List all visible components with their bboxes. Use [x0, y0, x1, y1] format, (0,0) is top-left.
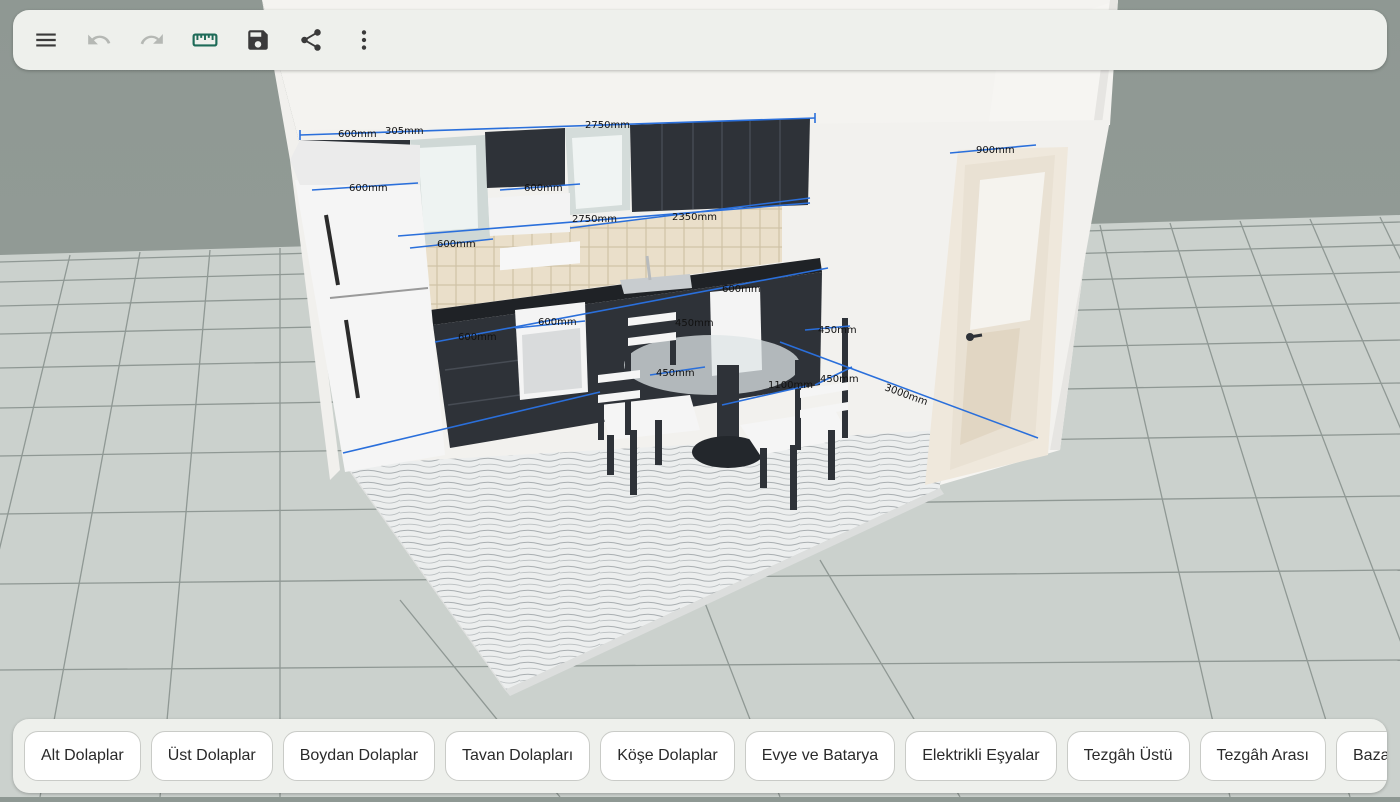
dim-label: 600mm — [437, 239, 476, 250]
dim-label: 450mm — [675, 318, 714, 329]
category-tavan-dolaplari[interactable]: Tavan Dolapları — [445, 731, 591, 781]
dim-label: 600mm — [538, 317, 577, 328]
save-icon — [248, 30, 268, 50]
dim-label: 600mm — [349, 183, 388, 194]
dim-label: 900mm — [976, 145, 1015, 156]
menu-icon — [36, 33, 56, 47]
category-boydan-dolaplar[interactable]: Boydan Dolaplar — [282, 731, 436, 781]
dim-label: 450mm — [818, 325, 857, 336]
menu-button[interactable] — [26, 20, 66, 60]
share-button[interactable] — [291, 20, 331, 60]
more-vert-icon — [361, 30, 367, 50]
undo-icon — [88, 34, 111, 45]
dim-label: 1100mm — [768, 380, 813, 391]
redo-button[interactable] — [132, 20, 172, 60]
undo-button[interactable] — [79, 20, 119, 60]
dim-label: 2750mm — [585, 120, 630, 131]
save-button[interactable] — [238, 20, 278, 60]
category-alt-dolaplar[interactable]: Alt Dolaplar — [24, 731, 141, 781]
ruler-button[interactable] — [185, 20, 225, 60]
3d-viewport[interactable]: 600mm 305mm 2750mm 600mm 600mm 2750mm 23… — [0, 0, 1400, 798]
ruler-icon — [192, 33, 218, 47]
category-baza[interactable]: Baza — [1336, 731, 1387, 781]
category-tezgah-ustu[interactable]: Tezgâh Üstü — [1066, 731, 1190, 781]
category-tezgah-arasi[interactable]: Tezgâh Arası — [1199, 731, 1326, 781]
category-bar: Alt Dolaplar Üst Dolaplar Boydan Dolapla… — [13, 719, 1387, 793]
category-kose-dolaplar[interactable]: Köşe Dolaplar — [600, 731, 735, 781]
share-icon — [301, 29, 321, 51]
dim-label: 600mm — [722, 284, 761, 295]
more-options-button[interactable] — [344, 20, 384, 60]
dim-label: 305mm — [385, 126, 424, 137]
dim-label: 600mm — [524, 183, 563, 194]
dim-label: 2750mm — [572, 214, 617, 225]
category-elektrikli-esyalar[interactable]: Elektrikli Eşyalar — [905, 731, 1057, 781]
category-evye-ve-batarya[interactable]: Evye ve Batarya — [744, 731, 896, 781]
dim-label: 450mm — [820, 374, 859, 385]
top-toolbar — [13, 10, 1387, 70]
category-ust-dolaplar[interactable]: Üst Dolaplar — [150, 731, 273, 781]
redo-icon — [140, 34, 163, 45]
dim-label: 450mm — [656, 368, 695, 379]
dim-label: 2350mm — [672, 212, 717, 223]
dim-label: 600mm — [338, 129, 377, 140]
dim-label: 600mm — [458, 332, 497, 343]
category-list[interactable]: Alt Dolaplar Üst Dolaplar Boydan Dolapla… — [13, 719, 1387, 793]
